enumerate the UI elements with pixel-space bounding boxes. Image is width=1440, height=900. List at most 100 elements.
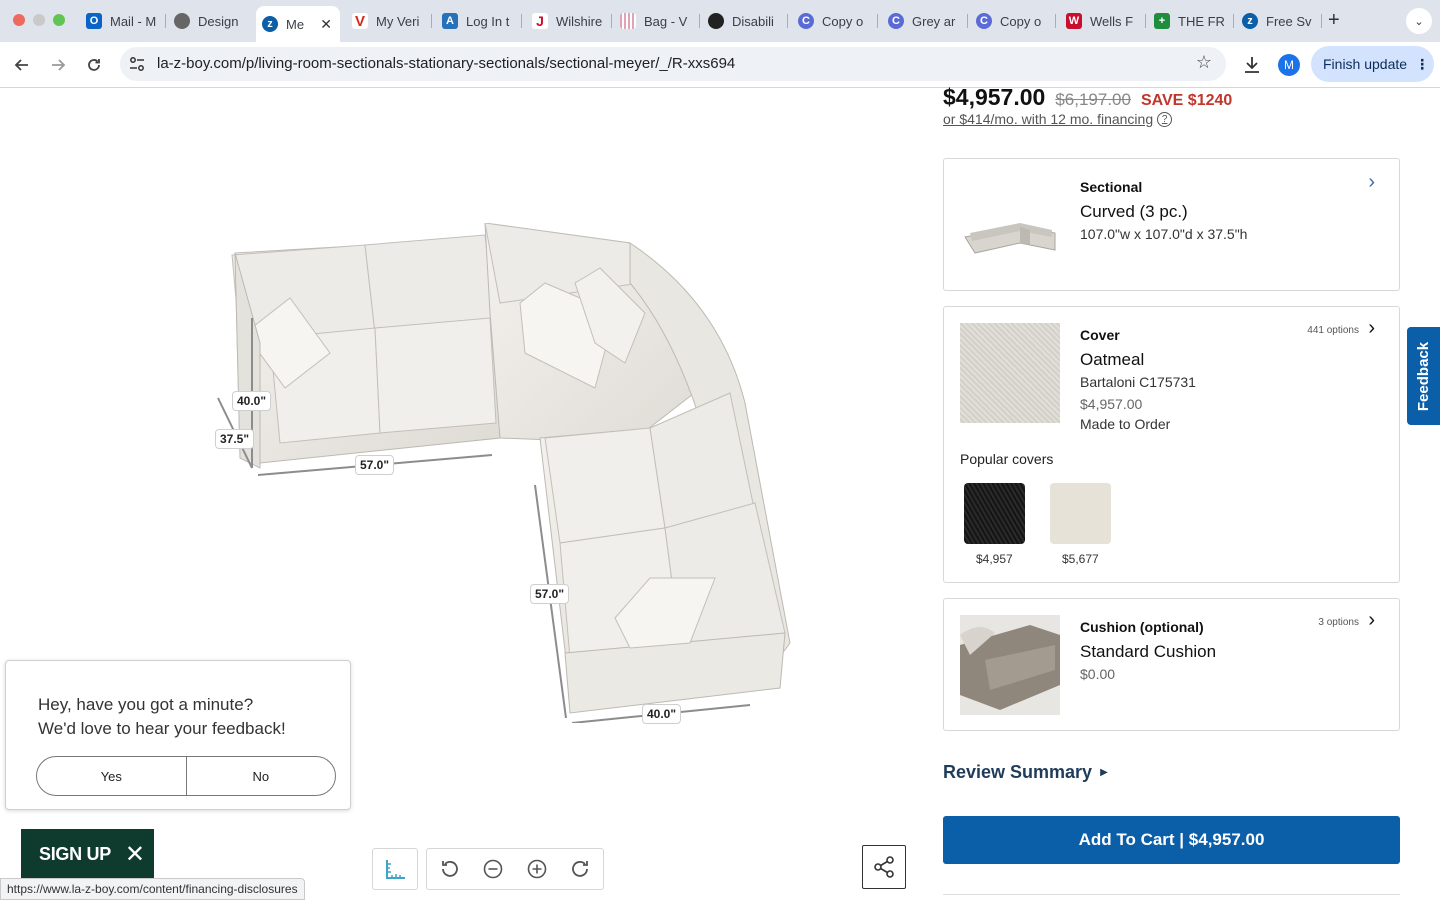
- la-z-boy-icon: z: [262, 16, 278, 32]
- dimension-label: 40.0": [642, 704, 682, 724]
- tab-search-button[interactable]: ⌄: [1406, 8, 1432, 34]
- add-to-cart-button[interactable]: Add To Cart | $4,957.00: [943, 816, 1400, 864]
- close-icon[interactable]: ✕: [125, 840, 145, 869]
- popular-cover-swatch[interactable]: [1050, 483, 1111, 544]
- browser-tab-active[interactable]: z Me ✕: [256, 6, 340, 42]
- back-arrow-icon: [14, 59, 28, 71]
- sheets-icon: +: [1154, 13, 1170, 29]
- rotate-right-icon[interactable]: [559, 849, 603, 889]
- sign-up-banner[interactable]: SIGN UP ✕: [21, 829, 154, 879]
- option-value: Standard Cushion: [1080, 642, 1217, 661]
- browser-tab[interactable]: W Wells F: [1060, 6, 1146, 36]
- popular-covers-heading: Popular covers: [960, 451, 1054, 467]
- globe-icon: [174, 13, 190, 29]
- options-count: 3 options: [1318, 617, 1359, 628]
- sectional-option-card[interactable]: Sectional Curved (3 pc.) 107.0"w x 107.0…: [943, 158, 1400, 291]
- la-z-boy-icon: z: [1242, 13, 1258, 29]
- popular-cover-price: $5,677: [1062, 552, 1099, 566]
- browser-tab[interactable]: Design: [168, 6, 254, 36]
- chevron-right-icon[interactable]: ›: [1368, 317, 1375, 340]
- close-window-button[interactable]: [13, 14, 25, 26]
- new-tab-button[interactable]: +: [1328, 9, 1340, 32]
- browser-tab[interactable]: Bag - V: [614, 6, 700, 36]
- j-icon: J: [532, 13, 548, 29]
- feedback-yes-button[interactable]: Yes: [37, 757, 187, 795]
- option-label: Cover: [1080, 327, 1120, 343]
- browser-tab[interactable]: + THE FR: [1148, 6, 1234, 36]
- chevron-right-icon[interactable]: ›: [1368, 609, 1375, 632]
- forward-arrow-icon: [52, 59, 66, 71]
- zoom-out-icon[interactable]: [471, 849, 515, 889]
- browser-tab[interactable]: z Free Sv: [1236, 6, 1322, 36]
- cover-status: Made to Order: [1080, 416, 1171, 432]
- maximize-window-button[interactable]: [53, 14, 65, 26]
- cover-price: $4,957.00: [1080, 396, 1143, 412]
- options-count: 441 options: [1307, 325, 1359, 336]
- help-icon[interactable]: ?: [1157, 111, 1173, 127]
- browser-tab[interactable]: Disabili: [702, 6, 788, 36]
- cover-option-card[interactable]: Cover 441 options › Oatmeal Bartaloni C1…: [943, 306, 1400, 583]
- sectional-sofa-image[interactable]: [200, 223, 800, 723]
- caret-right-icon: ▶: [1100, 767, 1108, 778]
- url-text[interactable]: la-z-boy.com/p/living-room-sectionals-st…: [157, 55, 735, 72]
- browser-tab[interactable]: C Copy o: [792, 6, 878, 36]
- finish-update-button[interactable]: Finish update ⋮: [1311, 46, 1434, 82]
- browser-tab[interactable]: O Mail - M: [80, 6, 166, 36]
- cushion-option-card[interactable]: Cushion (optional) 3 options › Standard …: [943, 598, 1400, 731]
- financing-link[interactable]: or $414/mo. with 12 mo. financing ?: [943, 111, 1173, 127]
- current-price: $4,957.00: [943, 84, 1046, 110]
- browser-tab-bar: O Mail - M Design z Me ✕ V My Veri A Log…: [0, 0, 1440, 42]
- reload-button[interactable]: [81, 52, 107, 78]
- option-label: Sectional: [1080, 179, 1143, 195]
- dimension-label: 40.0": [232, 391, 272, 411]
- savings-badge: SAVE $1240: [1140, 92, 1233, 109]
- popular-cover-swatch[interactable]: [964, 483, 1025, 544]
- chevron-right-icon[interactable]: ›: [1368, 171, 1375, 194]
- original-price: $6,197.00: [1055, 90, 1131, 109]
- feedback-question-2: We'd love to hear your feedback!: [38, 719, 286, 738]
- wells-fargo-icon: W: [1066, 13, 1082, 29]
- ssa-icon: [708, 13, 724, 29]
- ruler-icon[interactable]: [373, 849, 417, 889]
- more-menu-icon: ⋮: [1415, 55, 1430, 72]
- option-value: Oatmeal: [1080, 350, 1145, 369]
- copy-icon: C: [888, 13, 904, 29]
- browser-tab[interactable]: C Copy o: [970, 6, 1056, 36]
- dimension-label: 57.0": [530, 584, 570, 604]
- forward-button[interactable]: [45, 52, 71, 78]
- browser-tab[interactable]: C Grey ar: [882, 6, 968, 36]
- rotate-left-icon[interactable]: [427, 849, 471, 889]
- browser-tab[interactable]: A Log In t: [436, 6, 522, 36]
- profile-avatar[interactable]: M: [1278, 54, 1300, 76]
- site-settings-icon[interactable]: [128, 55, 146, 73]
- share-button[interactable]: [862, 845, 906, 889]
- cover-code: Bartaloni C175731: [1080, 374, 1196, 390]
- dimension-label: 37.5": [215, 429, 255, 449]
- feedback-popup: Hey, have you got a minute? We'd love to…: [5, 660, 351, 810]
- reload-icon: [88, 59, 100, 71]
- sign-up-label: SIGN UP: [39, 843, 111, 864]
- option-dimensions: 107.0"w x 107.0"d x 37.5"h: [1080, 226, 1248, 242]
- divider: [943, 894, 1400, 895]
- feedback-tab[interactable]: Feedback: [1407, 327, 1440, 425]
- minimize-window-button[interactable]: [33, 14, 45, 26]
- copy-icon: C: [976, 13, 992, 29]
- review-summary-toggle[interactable]: Review Summary ▶: [943, 762, 1108, 783]
- browser-tab[interactable]: V My Veri: [346, 6, 432, 36]
- measure-toggle[interactable]: [372, 848, 418, 890]
- close-tab-icon[interactable]: ✕: [320, 16, 332, 33]
- browser-toolbar: la-z-boy.com/p/living-room-sectionals-st…: [0, 42, 1440, 88]
- share-icon: [874, 856, 894, 878]
- bookmark-star-icon[interactable]: ☆: [1196, 52, 1212, 73]
- address-bar[interactable]: la-z-boy.com/p/living-room-sectionals-st…: [120, 47, 1226, 81]
- zoom-in-icon[interactable]: [515, 849, 559, 889]
- view-controls: [426, 848, 604, 890]
- back-button[interactable]: [9, 52, 35, 78]
- download-icon[interactable]: [1241, 54, 1263, 76]
- status-bar-url: https://www.la-z-boy.com/content/financi…: [0, 878, 305, 900]
- outlook-icon: O: [86, 13, 102, 29]
- cushion-price: $0.00: [1080, 666, 1116, 682]
- browser-tab[interactable]: J Wilshire: [526, 6, 612, 36]
- bag-icon: [620, 13, 636, 29]
- feedback-no-button[interactable]: No: [187, 757, 336, 795]
